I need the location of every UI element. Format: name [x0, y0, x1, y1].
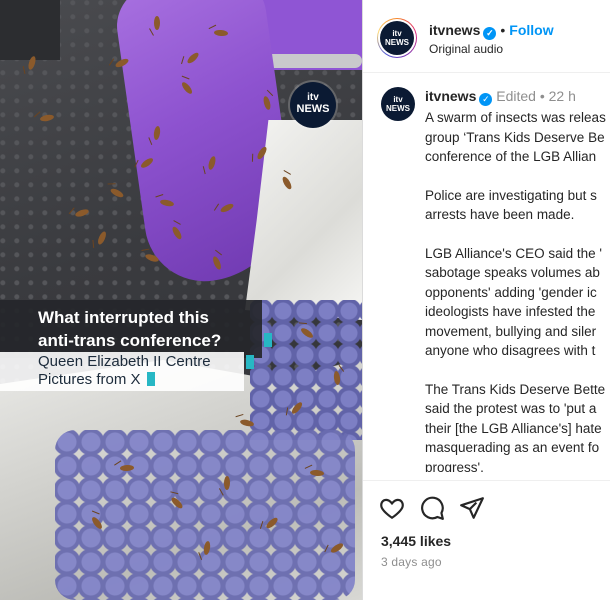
paper-plane-icon[interactable] — [459, 495, 485, 521]
caption-subtitle: Queen Elizabeth II Centre Pictures from … — [0, 352, 254, 391]
comment-line: arrests have been made. — [425, 207, 575, 222]
post-side-panel: itv NEWS itvnews ✓ • Follow Original audio … — [362, 0, 610, 600]
comment-paragraph: Police are investigating but s arrests ha… — [425, 186, 610, 225]
story-ring[interactable]: itv NEWS — [377, 18, 417, 58]
header-name-row: itvnews ✓ • Follow — [429, 22, 554, 40]
edited-label: Edited — [496, 88, 536, 104]
caption-title: What interrupted this anti-trans confere… — [0, 300, 272, 358]
avatar-line1: itv — [392, 29, 402, 38]
comment-line: sabotage speaks volumes ab — [425, 265, 600, 280]
caption-title-line2: anti-trans conference? — [38, 331, 222, 350]
cricket — [154, 16, 160, 30]
avatar[interactable]: itv NEWS — [380, 21, 414, 55]
comment-line: anyone who disagrees with t — [425, 343, 596, 358]
comment-line: movement, bullying and siler — [425, 323, 597, 339]
comment-paragraph: LGB Alliance's CEO said the ' sabotage sp… — [425, 244, 610, 361]
dark-bag — [0, 0, 60, 60]
comment-line: A swarm of insects was releas — [425, 110, 606, 125]
caption-sub-line2: Pictures from X — [38, 371, 141, 388]
action-icons — [379, 495, 485, 521]
comment-bubble-icon[interactable] — [419, 495, 445, 521]
comment-avatar[interactable]: itv NEWS — [381, 87, 415, 121]
post-time[interactable]: 3 days ago — [381, 555, 442, 569]
egg-cartons-right — [250, 300, 362, 440]
username-link[interactable]: itvnews — [429, 22, 480, 38]
comment-line: progress'. — [425, 459, 484, 473]
comment-line: their [the LGB Alliance's] hate — [425, 420, 602, 436]
comment-line: said the protest was to 'put a — [425, 401, 597, 416]
post-header: itv NEWS itvnews ✓ • Follow Original audio — [363, 0, 610, 73]
comment-paragraph: The Trans Kids Deserve Bette said the pro… — [425, 380, 610, 473]
caption-comment: itv NEWS itvnews ✓ Edited • 22 h A swarm … — [363, 72, 610, 472]
comment-line: opponents' adding 'gender ic — [425, 284, 597, 300]
watermark-line2: NEWS — [296, 103, 330, 115]
comment-line: The Trans Kids Deserve Bette — [425, 381, 606, 397]
comment-line: LGB Alliance's CEO said the ' — [425, 245, 602, 261]
comment-line: Police are investigating but s — [425, 187, 597, 203]
comment-body: A swarm of insects was releas group ‘Tran… — [425, 108, 610, 472]
follow-button[interactable]: Follow — [509, 22, 553, 38]
caption-accent-bar — [264, 333, 272, 347]
likes-count[interactable]: 3,445 likes — [381, 533, 451, 549]
separator-dot: • — [539, 88, 545, 104]
caption-accent-bar-2 — [146, 372, 155, 386]
comment-line: ideologists have infested the — [425, 304, 596, 319]
comment-username[interactable]: itvnews — [425, 88, 476, 104]
itv-news-watermark: itv NEWS — [290, 82, 336, 128]
verified-badge-icon: ✓ — [479, 93, 493, 106]
separator-dot: • — [500, 22, 506, 38]
comment-header: itvnews ✓ Edited • 22 h — [425, 88, 576, 106]
comment-time[interactable]: 22 h — [549, 88, 576, 104]
comment-paragraph: A swarm of insects was releas group ‘Tran… — [425, 108, 610, 167]
comment-avatar-line1: itv — [393, 95, 403, 104]
verified-badge-icon: ✓ — [483, 27, 497, 40]
comment-line: masquerading as an event fo — [425, 440, 600, 455]
watermark-line1: itv — [307, 92, 319, 103]
heart-icon[interactable] — [379, 495, 405, 521]
comment-avatar-line2: NEWS — [386, 104, 410, 113]
original-audio-link[interactable]: Original audio — [429, 42, 503, 56]
caption-title-line1: What interrupted this — [38, 308, 209, 327]
post-media[interactable]: itv NEWS What interrupted this anti-tran… — [0, 0, 362, 600]
caption-sub-line1: Queen Elizabeth II Centre — [38, 353, 211, 370]
post-actions: 3,445 likes 3 days ago — [363, 480, 610, 601]
comment-line: conference of the LGB Allian — [425, 149, 597, 164]
egg-cartons — [55, 430, 355, 600]
comment-line: group ‘Trans Kids Deserve Be — [425, 129, 605, 145]
caption-accent-bar-3 — [246, 355, 254, 369]
avatar-line2: NEWS — [385, 38, 409, 47]
